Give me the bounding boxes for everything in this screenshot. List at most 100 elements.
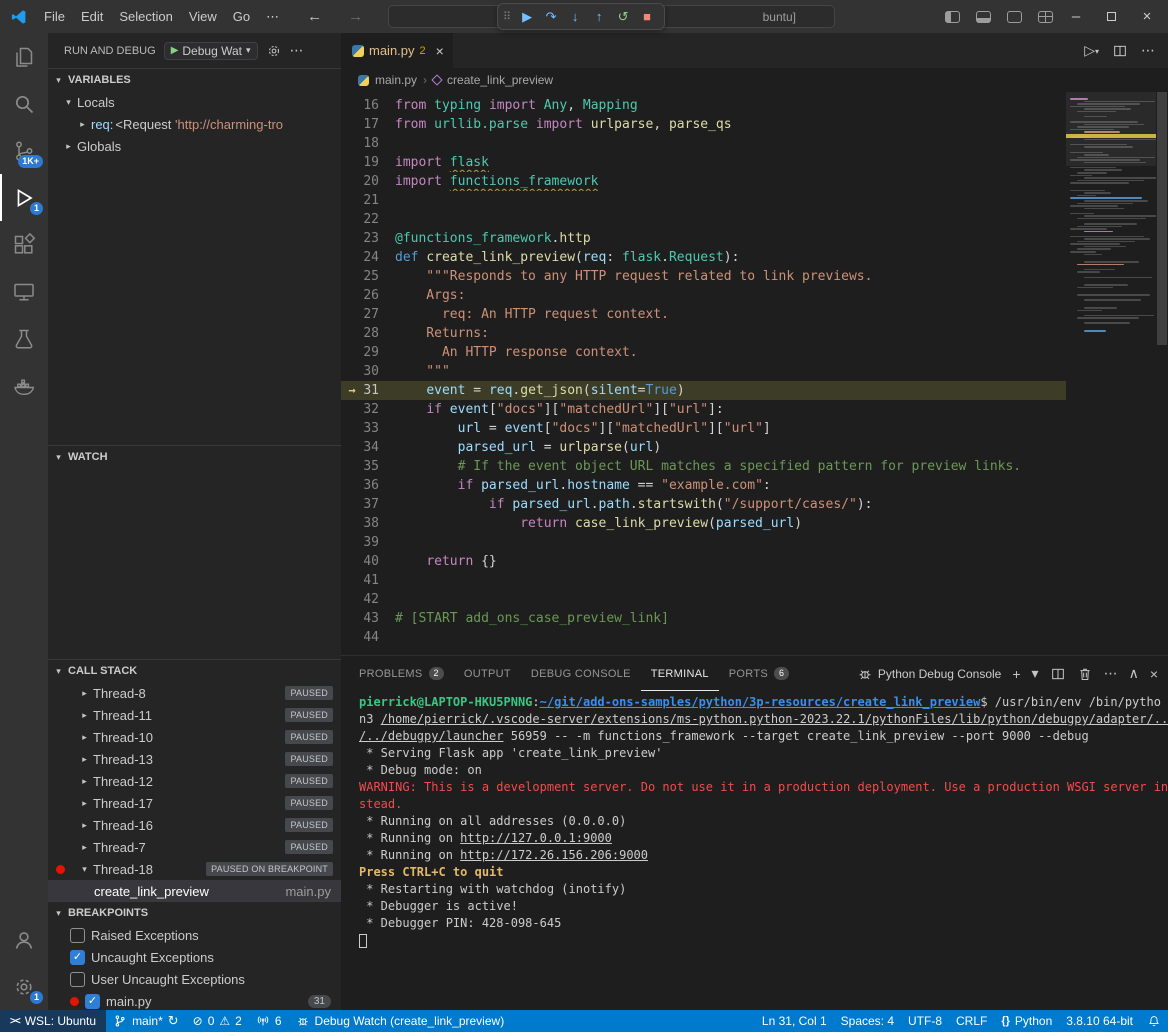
terminal-link[interactable]: /home/pierrick/.vscode-server/extensions… <box>381 712 1168 726</box>
code-line[interactable]: →31 event = req.get_json(silent=True) <box>341 381 1066 400</box>
line-number[interactable]: 26 <box>363 286 395 305</box>
new-terminal-icon[interactable]: + <box>1012 666 1020 682</box>
line-number[interactable]: 44 <box>363 628 395 647</box>
code-line[interactable]: 27 req: An HTTP request context. <box>341 305 1066 324</box>
breadcrumb[interactable]: main.py › create_link_preview <box>341 68 1168 92</box>
breakpoint-checkbox[interactable] <box>70 972 85 987</box>
close-panel-icon[interactable]: × <box>1150 666 1158 682</box>
manage-button[interactable]: 1 <box>0 963 48 1010</box>
editor-scrollbar[interactable] <box>1156 92 1168 655</box>
eol-setting[interactable]: CRLF <box>949 1010 994 1032</box>
menu-go[interactable]: Go <box>225 5 258 29</box>
call-stack-thread-thread-13[interactable]: ▸Thread-13PAUSED <box>48 748 341 770</box>
debug-launch-dropdown[interactable]: ▶ Debug Wat ▾ <box>164 42 258 60</box>
code-line[interactable]: 41 <box>341 571 1066 590</box>
maximize-panel-icon[interactable]: ∧ <box>1129 665 1139 682</box>
code-line[interactable]: 42 <box>341 590 1066 609</box>
panel-tab-ports[interactable]: PORTS6 <box>719 656 800 691</box>
line-number[interactable]: 43 <box>363 609 395 628</box>
toggle-secondary-sidebar-icon[interactable] <box>1007 11 1022 23</box>
breadcrumb-symbol[interactable]: create_link_preview <box>447 73 553 87</box>
call-stack-header[interactable]: ▾CALL STACK <box>48 660 341 682</box>
code-line[interactable]: 34 parsed_url = urlparse(url) <box>341 438 1066 457</box>
line-number[interactable]: 18 <box>363 134 395 153</box>
code-line[interactable]: 26 Args: <box>341 286 1066 305</box>
code-line[interactable]: 18 <box>341 134 1066 153</box>
line-number[interactable]: 16 <box>363 96 395 115</box>
breakpoint-main-py[interactable]: ✓main.py31 <box>48 990 341 1010</box>
line-number[interactable]: 35 <box>363 457 395 476</box>
nav-forward-icon[interactable]: → <box>342 8 369 25</box>
minimap[interactable] <box>1066 92 1156 655</box>
breakpoints-header[interactable]: ▾BREAKPOINTS <box>48 902 341 924</box>
code-line[interactable]: 24def create_link_preview(req: flask.Req… <box>341 248 1066 267</box>
step-out-button[interactable]: ↑ <box>587 6 611 28</box>
run-dropdown-icon[interactable]: ▾ <box>1095 47 1099 56</box>
tab-main-py[interactable]: main.py 2 × <box>341 33 453 68</box>
terminal-link[interactable]: ~/git/add-ons-samples/python/3p-resource… <box>540 695 981 709</box>
activity-source-control[interactable]: 1K+ <box>0 127 48 174</box>
panel-more-actions-icon[interactable]: ⋯ <box>1104 665 1118 682</box>
call-stack-thread-thread-17[interactable]: ▸Thread-17PAUSED <box>48 792 341 814</box>
minimap-slider[interactable] <box>1066 92 1156 166</box>
run-python-file-button[interactable]: ▷▾ <box>1084 42 1099 59</box>
activity-explorer[interactable] <box>0 33 48 80</box>
code-line[interactable]: 36 if parsed_url.hostname == "example.co… <box>341 476 1066 495</box>
line-number[interactable]: 28 <box>363 324 395 343</box>
panel-tab-terminal[interactable]: TERMINAL <box>641 656 719 691</box>
kill-terminal-icon[interactable] <box>1077 666 1093 682</box>
watch-header[interactable]: ▾WATCH <box>48 446 341 468</box>
activity-extensions[interactable] <box>0 221 48 268</box>
line-number[interactable]: 34 <box>363 438 395 457</box>
code-line[interactable]: 28 Returns: <box>341 324 1066 343</box>
line-number[interactable]: 24 <box>363 248 395 267</box>
line-number[interactable]: 41 <box>363 571 395 590</box>
code-line[interactable]: 30 """ <box>341 362 1066 381</box>
menu-more[interactable]: ⋯ <box>258 5 287 29</box>
breakpoint-checkbox[interactable]: ✓ <box>85 994 100 1009</box>
remote-indicator[interactable]: >< WSL: Ubuntu <box>0 1010 106 1032</box>
maximize-button[interactable] <box>1107 12 1116 21</box>
line-number[interactable]: 20 <box>363 172 395 191</box>
code-line[interactable]: 22 <box>341 210 1066 229</box>
panel-tab-problems[interactable]: PROBLEMS2 <box>349 656 454 691</box>
breadcrumb-file[interactable]: main.py <box>375 73 417 87</box>
breakpoint-checkbox[interactable]: ✓ <box>70 950 85 965</box>
line-number[interactable]: 39 <box>363 533 395 552</box>
split-editor-icon[interactable] <box>1112 43 1128 59</box>
views-more-actions-icon[interactable]: ⋯ <box>290 42 304 59</box>
terminal-link[interactable]: /../debugpy/launcher <box>359 729 504 743</box>
code-editor[interactable]: 16from typing import Any, Mapping17from … <box>341 92 1066 655</box>
customize-layout-icon[interactable] <box>1038 11 1053 23</box>
menu-edit[interactable]: Edit <box>73 5 111 29</box>
breakpoint-checkbox[interactable] <box>70 928 85 943</box>
toggle-panel-icon[interactable] <box>976 11 991 23</box>
indentation-setting[interactable]: Spaces: 4 <box>834 1010 901 1032</box>
call-stack-thread-thread-12[interactable]: ▸Thread-12PAUSED <box>48 770 341 792</box>
breakpoint-raised-exceptions[interactable]: Raised Exceptions <box>48 924 341 946</box>
code-line[interactable]: 33 url = event["docs"]["matchedUrl"]["ur… <box>341 419 1066 438</box>
accounts-button[interactable] <box>0 916 48 963</box>
line-number[interactable]: 33 <box>363 419 395 438</box>
terminal-link[interactable]: http://172.26.156.206:9000 <box>460 848 648 862</box>
code-line[interactable]: 43# [START add_ons_case_preview_link] <box>341 609 1066 628</box>
ports-indicator[interactable]: 6 <box>249 1010 289 1032</box>
line-number[interactable]: 25 <box>363 267 395 286</box>
debug-settings-gear-icon[interactable] <box>266 43 282 59</box>
code-line[interactable]: 16from typing import Any, Mapping <box>341 96 1066 115</box>
line-number[interactable]: 38 <box>363 514 395 533</box>
nav-back-icon[interactable]: ← <box>301 8 328 25</box>
menu-view[interactable]: View <box>181 5 225 29</box>
cursor-position[interactable]: Ln 31, Col 1 <box>755 1010 834 1032</box>
python-interpreter[interactable]: 3.8.10 64-bit <box>1059 1010 1140 1032</box>
continue-button[interactable]: ▶ <box>515 6 539 28</box>
start-debugging-icon[interactable]: ▶ <box>171 45 179 56</box>
line-number[interactable]: 32 <box>363 400 395 419</box>
call-stack-thread-thread-7[interactable]: ▸Thread-7PAUSED <box>48 836 341 858</box>
activity-testing[interactable] <box>0 315 48 362</box>
code-line[interactable]: 21 <box>341 191 1066 210</box>
call-stack-thread-thread-10[interactable]: ▸Thread-10PAUSED <box>48 726 341 748</box>
code-line[interactable]: 38 return case_link_preview(parsed_url) <box>341 514 1066 533</box>
code-line[interactable]: 32 if event["docs"]["matchedUrl"]["url"]… <box>341 400 1066 419</box>
toggle-sidebar-icon[interactable] <box>945 11 960 23</box>
